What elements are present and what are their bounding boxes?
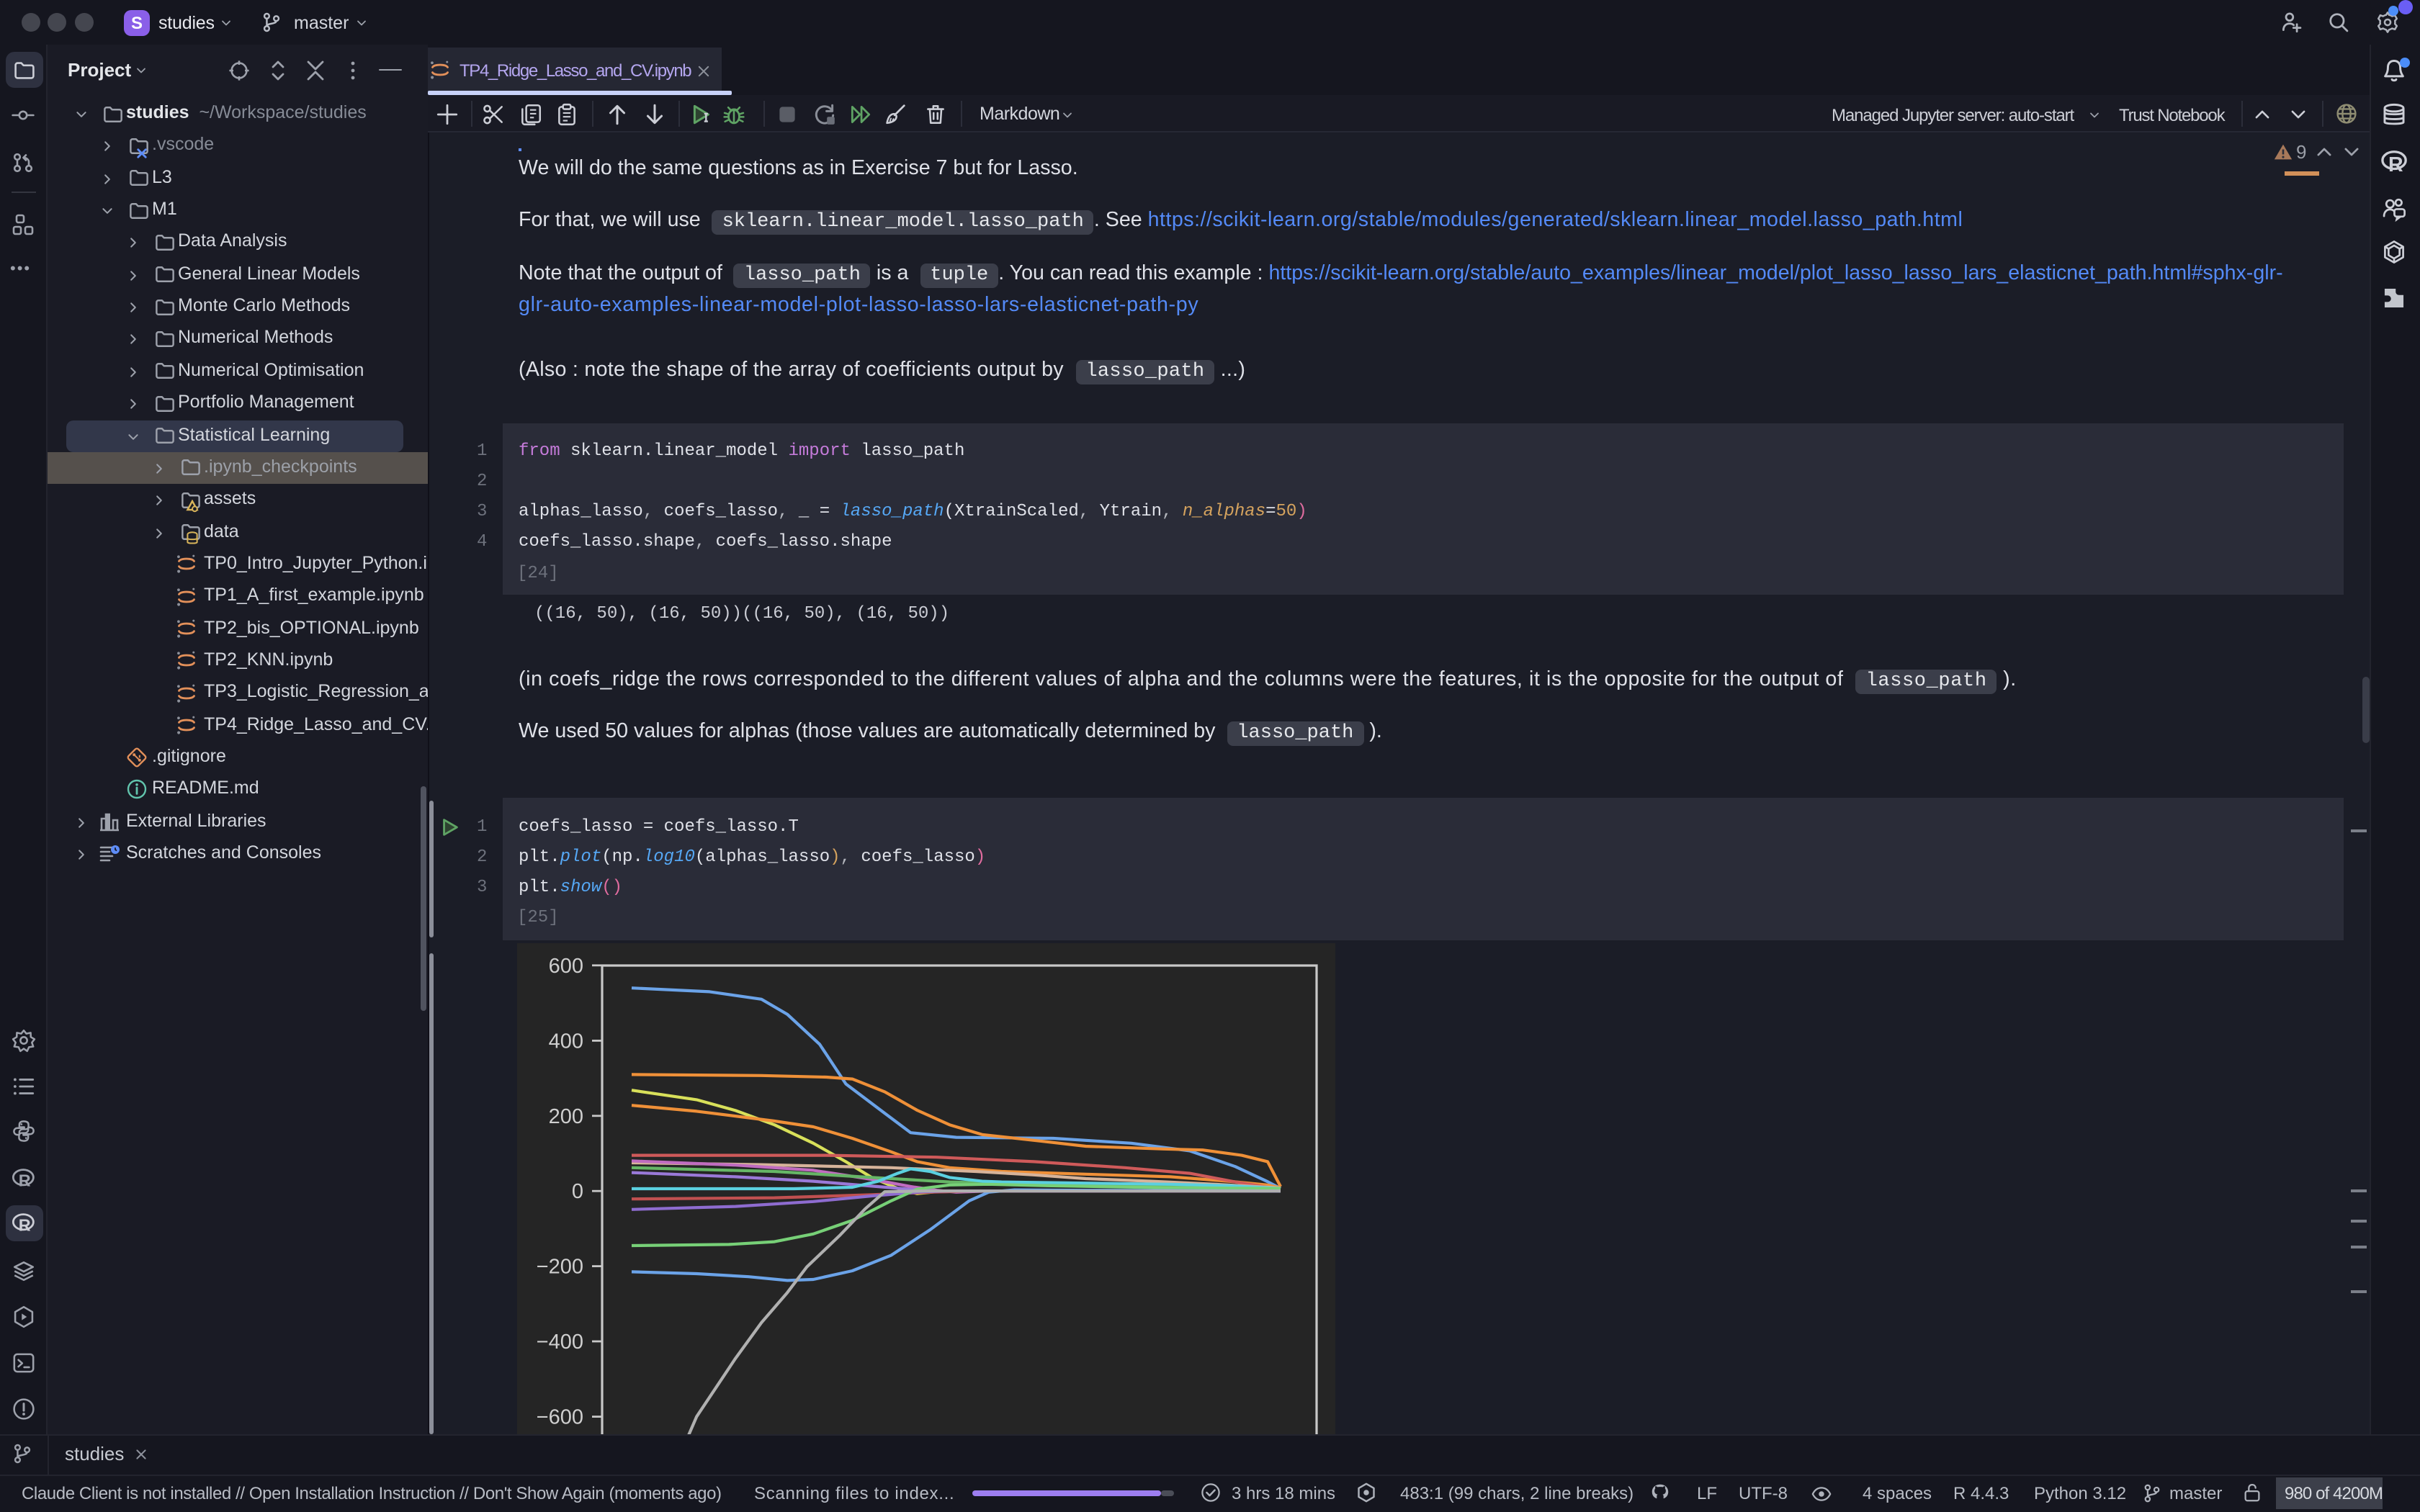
svg-text:R: R [2388, 153, 2403, 176]
svg-text:400: 400 [549, 1030, 583, 1053]
svg-text:−200: −200 [537, 1256, 583, 1279]
svg-text:0: 0 [572, 1180, 583, 1203]
svg-text:−400: −400 [537, 1331, 583, 1354]
svg-text:600: 600 [549, 955, 583, 978]
svg-text:R: R [19, 1216, 31, 1235]
svg-text:200: 200 [549, 1105, 583, 1128]
svg-text:−600: −600 [537, 1406, 583, 1429]
svg-text:R: R [19, 1171, 31, 1190]
